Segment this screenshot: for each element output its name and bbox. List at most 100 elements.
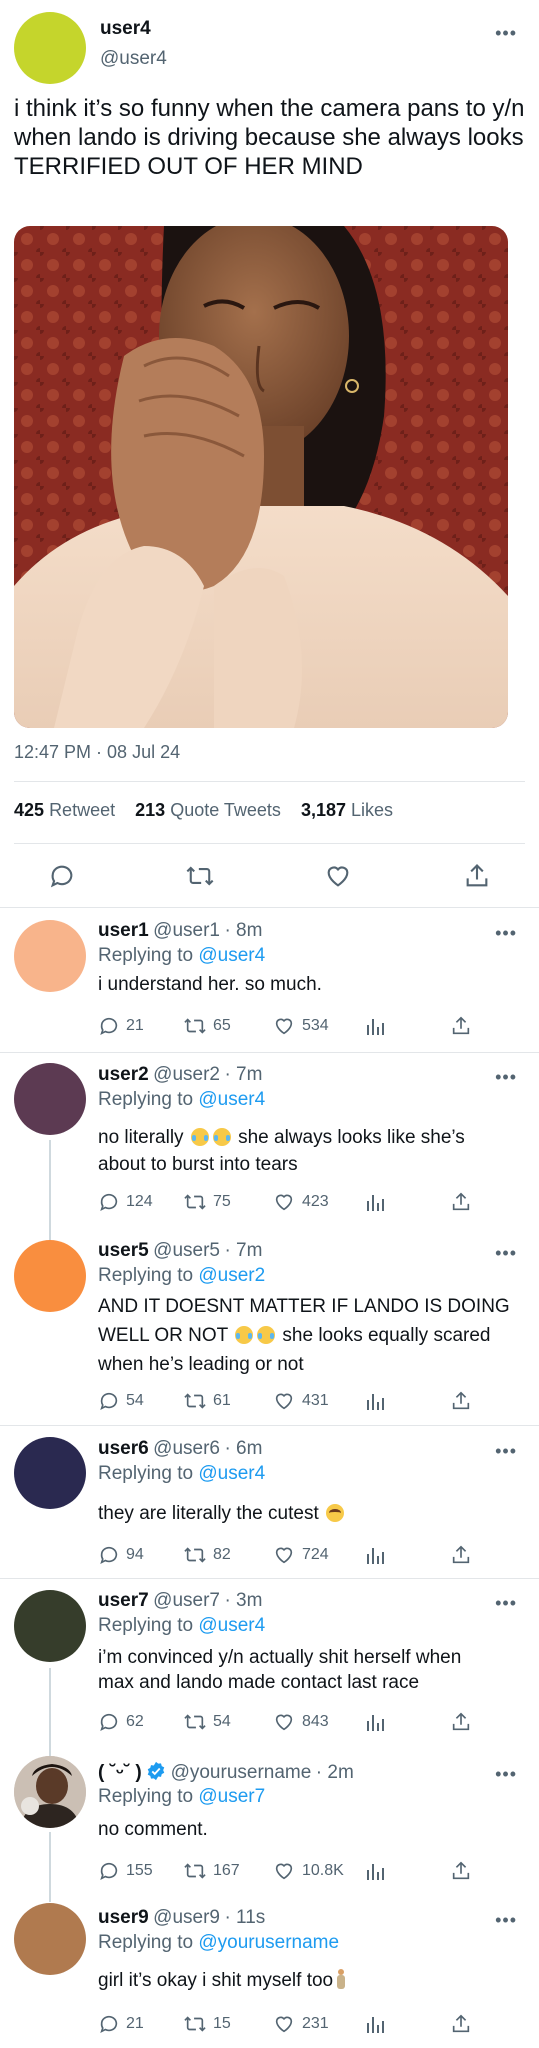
reply-text: no literally she always looks like she’s… [98,1124,465,1178]
reply-handle[interactable]: @yourusername [171,1762,312,1783]
main-display-name[interactable]: user4 [100,18,151,40]
reply-handle[interactable]: @user6 [153,1438,220,1459]
more-options-icon[interactable]: ••• [495,1244,517,1262]
reply-handle[interactable]: @user9 [153,1907,220,1928]
share-icon[interactable] [450,1015,478,1037]
reply-avatar[interactable] [14,920,86,992]
replying-to-handle[interactable]: @user4 [198,1089,265,1110]
reply-time[interactable]: · 3m [224,1590,262,1611]
reply-display-name[interactable]: user1 [98,920,149,941]
reply-avatar[interactable] [14,1063,86,1135]
reply-time[interactable]: · 7m [224,1240,262,1261]
replying-to-handle[interactable]: @yourusername [198,1932,339,1953]
like-action[interactable]: 724 [272,1544,329,1566]
reply-avatar[interactable] [14,1590,86,1662]
more-options-icon[interactable]: ••• [495,1594,517,1612]
reply-action[interactable]: 155 [98,1860,153,1882]
reply-handle[interactable]: @user1 [153,920,220,941]
reply-handle[interactable]: @user2 [153,1064,220,1085]
main-avatar[interactable] [14,12,86,84]
views-icon[interactable] [365,1860,391,1882]
more-options-icon[interactable]: ••• [495,24,517,42]
retweet-action[interactable]: 61 [183,1390,231,1412]
share-icon[interactable] [450,1191,478,1213]
reply-action[interactable]: 21 [98,2013,144,2035]
retweet-label[interactable]: Retweet [49,800,115,820]
retweet-count[interactable]: 425 [14,800,44,820]
retweet-count: 61 [213,1392,231,1409]
replying-to-handle[interactable]: @user4 [198,1463,265,1484]
replying-to-handle[interactable]: @user2 [198,1265,265,1286]
reply-icon[interactable] [48,862,76,890]
like-action[interactable]: 431 [272,1390,329,1412]
reply-time[interactable]: · 6m [224,1438,262,1459]
more-options-icon[interactable]: ••• [495,924,517,942]
reply-action[interactable]: 21 [98,1015,144,1037]
retweet-action[interactable]: 15 [183,2013,231,2035]
more-options-icon[interactable]: ••• [495,1068,517,1086]
reply-text-part: no literally [98,1127,184,1148]
share-icon[interactable] [450,1711,478,1733]
retweet-action[interactable]: 82 [183,1544,231,1566]
retweet-action[interactable]: 167 [183,1860,240,1882]
views-icon[interactable] [365,1191,391,1213]
reply-display-name[interactable]: user9 [98,1907,149,1928]
views-icon[interactable] [365,1390,391,1412]
views-icon[interactable] [365,2013,391,2035]
reply-text-part: max and lando made contact last race [98,1672,420,1693]
reply-handle[interactable]: @user5 [153,1240,220,1261]
retweet-count: 75 [213,1193,231,1210]
more-options-icon[interactable]: ••• [495,1442,517,1460]
main-handle[interactable]: @user4 [100,48,167,70]
reply-time[interactable]: · 2m [316,1762,354,1783]
replying-to-handle[interactable]: @user7 [198,1786,265,1807]
retweet-count: 15 [213,2015,231,2032]
like-action[interactable]: 10.8K [272,1860,344,1882]
like-action[interactable]: 423 [272,1191,329,1213]
likes-count[interactable]: 3,187 [301,800,346,820]
reply-display-name[interactable]: user6 [98,1438,149,1459]
tweet-timestamp[interactable]: 12:47 PM · 08 Jul 24 [14,742,180,763]
reply-action[interactable]: 124 [98,1191,153,1213]
like-action[interactable]: 843 [272,1711,329,1733]
reply-display-name[interactable]: user7 [98,1590,149,1611]
share-icon[interactable] [450,1860,478,1882]
person-standing-emoji-icon [337,1969,346,1989]
share-icon[interactable] [450,1390,478,1412]
reply-avatar[interactable] [14,1756,86,1828]
reply-action[interactable]: 62 [98,1711,144,1733]
reply-display-name[interactable]: user5 [98,1240,149,1261]
reply-avatar[interactable] [14,1437,86,1509]
more-options-icon[interactable]: ••• [495,1911,517,1929]
quote-count[interactable]: 213 [135,800,165,820]
tweet-photo[interactable] [14,226,508,728]
views-icon[interactable] [365,1544,391,1566]
reply-action[interactable]: 94 [98,1544,144,1566]
more-options-icon[interactable]: ••• [495,1765,517,1783]
reply-display-name[interactable]: ( ˘ᵕ˘ ) [98,1762,142,1783]
reply-action[interactable]: 54 [98,1390,144,1412]
retweet-action[interactable]: 75 [183,1191,231,1213]
reply-avatar[interactable] [14,1903,86,1975]
views-icon[interactable] [365,1015,391,1037]
retweet-icon[interactable] [185,862,215,890]
replying-to-handle[interactable]: @user4 [198,1615,265,1636]
share-icon[interactable] [450,2013,478,2035]
share-icon[interactable] [463,862,491,890]
like-action[interactable]: 534 [272,1015,329,1037]
reply-time[interactable]: · 8m [224,920,262,941]
like-icon[interactable] [323,862,353,890]
share-icon[interactable] [450,1544,478,1566]
reply-handle[interactable]: @user7 [153,1590,220,1611]
quote-label[interactable]: Quote Tweets [170,800,281,820]
reply-display-name[interactable]: user2 [98,1064,149,1085]
replying-to-handle[interactable]: @user4 [198,945,265,966]
views-icon[interactable] [365,1711,391,1733]
retweet-action[interactable]: 54 [183,1711,231,1733]
like-action[interactable]: 231 [272,2013,329,2035]
reply-time[interactable]: · 11s [224,1907,265,1928]
reply-time[interactable]: · 7m [224,1064,262,1085]
likes-label[interactable]: Likes [351,800,393,820]
retweet-action[interactable]: 65 [183,1015,231,1037]
reply-avatar[interactable] [14,1240,86,1312]
